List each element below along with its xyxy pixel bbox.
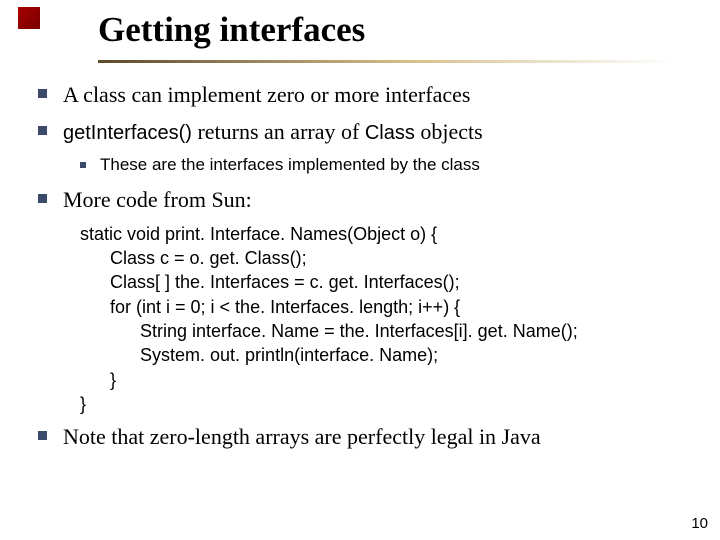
bullet-text: getInterfaces() returns an array of Clas…: [63, 117, 483, 146]
square-bullet-icon: [38, 194, 47, 203]
title-block: Getting interfaces: [98, 10, 676, 63]
square-bullet-icon: [38, 89, 47, 98]
bullet-level1: More code from Sun:: [38, 185, 688, 214]
inline-code: getInterfaces(): [63, 122, 192, 144]
square-bullet-icon: [38, 431, 47, 440]
inline-code: Class: [365, 122, 415, 144]
title-accent: [18, 7, 40, 29]
bullet-level1: A class can implement zero or more inter…: [38, 80, 688, 109]
slide-body: A class can implement zero or more inter…: [38, 80, 688, 459]
square-bullet-icon: [38, 126, 47, 135]
text-fragment: returns an array of: [192, 119, 365, 144]
square-bullet-icon: [80, 162, 86, 168]
bullet-level1: Note that zero-length arrays are perfect…: [38, 422, 688, 451]
bullet-level1: getInterfaces() returns an array of Clas…: [38, 117, 688, 146]
bullet-text: These are the interfaces implemented by …: [100, 154, 480, 176]
code-block: static void print. Interface. Names(Obje…: [80, 222, 688, 416]
slide: Getting interfaces A class can implement…: [0, 0, 720, 540]
title-underline: [98, 60, 676, 63]
bullet-level2: These are the interfaces implemented by …: [80, 154, 688, 176]
page-number: 10: [691, 515, 708, 532]
bullet-text: Note that zero-length arrays are perfect…: [63, 422, 541, 451]
bullet-text: A class can implement zero or more inter…: [63, 80, 470, 109]
bullet-text: More code from Sun:: [63, 185, 252, 214]
slide-title: Getting interfaces: [98, 10, 676, 58]
text-fragment: objects: [415, 119, 483, 144]
